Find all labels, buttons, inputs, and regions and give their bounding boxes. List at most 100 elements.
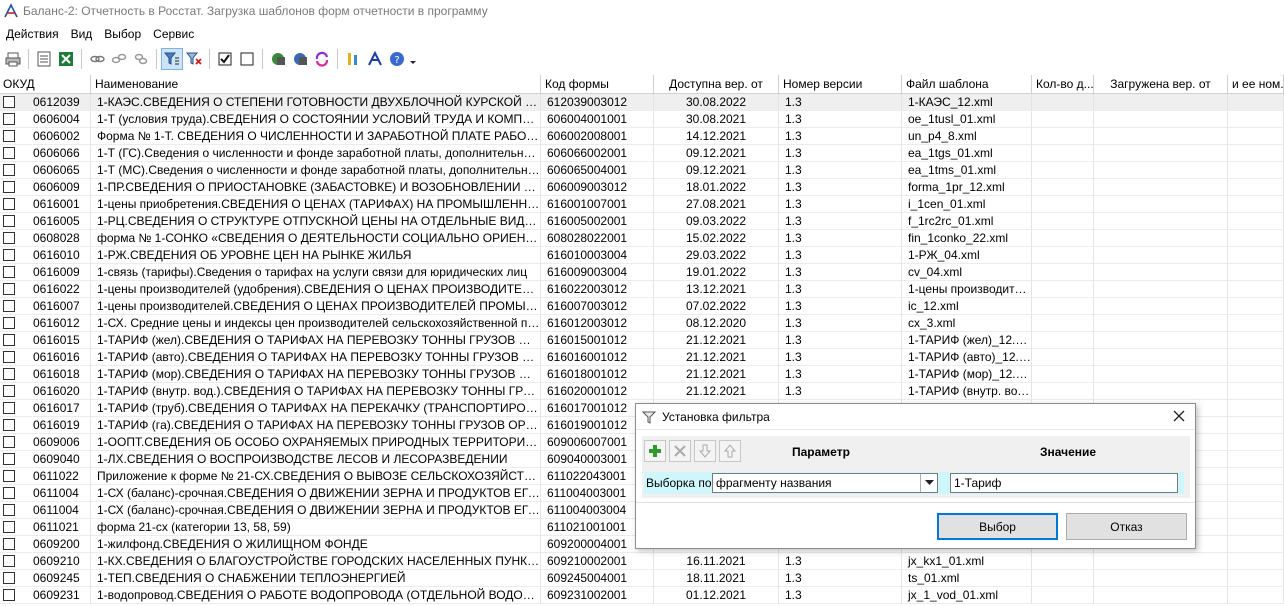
filter-param-select[interactable]: фрагменту названия	[712, 473, 938, 493]
col-okud[interactable]: ОКУД	[0, 75, 91, 94]
table-row[interactable]: 0616020 1-ТАРИФ (внутр. вод.).СВЕДЕНИЯ О …	[0, 383, 1284, 400]
table-row[interactable]: 0609210 1-КХ.СВЕДЕНИЯ О БЛАГОУСТРОЙСТВЕ Г…	[0, 553, 1284, 570]
row-checkbox[interactable]	[3, 538, 15, 550]
font-icon[interactable]	[364, 48, 386, 70]
filter-value-input[interactable]: 1-Тариф	[950, 473, 1178, 493]
add-icon[interactable]	[644, 440, 666, 462]
row-checkbox[interactable]	[3, 385, 15, 397]
row-checkbox[interactable]	[3, 96, 15, 108]
row-checkbox[interactable]	[3, 487, 15, 499]
table-row[interactable]: 0616012 1-СХ. Средние цены и индексы цен …	[0, 315, 1284, 332]
row-checkbox[interactable]	[3, 572, 15, 584]
version-cell: 1.3	[779, 162, 902, 179]
menu-view[interactable]: Вид	[65, 24, 99, 44]
table-row[interactable]: 0616015 1-ТАРИФ (жел).СВЕДЕНИЯ О ТАРИФАХ …	[0, 332, 1284, 349]
table-row[interactable]: 0606004 1-Т (условия труда).СВЕДЕНИЯ О СО…	[0, 111, 1284, 128]
row-checkbox[interactable]	[3, 147, 15, 159]
template-file-cell: jx_kx1_01.xml	[902, 553, 1032, 570]
table-row[interactable]: 0616007 1-цены производителей.СВЕДЕНИЯ О …	[0, 298, 1284, 315]
table-row[interactable]: 0606065 1-Т (МС).Сведения о численности и…	[0, 162, 1284, 179]
dialog-body: Параметр Значение Выборка по фрагменту н…	[642, 436, 1190, 498]
col-available-from[interactable]: Доступна вер. от	[654, 75, 779, 94]
table-row[interactable]: 0616018 1-ТАРИФ (мор).СВЕДЕНИЯ О ТАРИФАХ …	[0, 366, 1284, 383]
filter-icon[interactable]	[161, 48, 183, 70]
col-version[interactable]: Номер версии	[779, 75, 902, 94]
col-number[interactable]: и ее ном...	[1228, 75, 1284, 94]
refresh-icon[interactable]	[311, 48, 333, 70]
row-checkbox[interactable]	[3, 317, 15, 329]
settings-icon[interactable]	[342, 48, 364, 70]
col-loaded-from[interactable]: Загружена вер. от	[1094, 75, 1228, 94]
row-checkbox[interactable]	[3, 181, 15, 193]
select-button[interactable]: Выбор	[937, 513, 1058, 540]
count-cell	[1032, 145, 1094, 162]
menu-select[interactable]: Выбор	[98, 24, 147, 44]
row-checkbox[interactable]	[3, 368, 15, 380]
cancel-button[interactable]: Отказ	[1066, 513, 1187, 540]
row-checkbox[interactable]	[3, 419, 15, 431]
row-checkbox[interactable]	[3, 283, 15, 295]
table-row[interactable]: 0609231 1-водопровод.СВЕДЕНИЯ О РАБОТЕ ВО…	[0, 587, 1284, 604]
toolbar-dropdown-icon[interactable]	[408, 48, 418, 70]
row-checkbox[interactable]	[3, 113, 15, 125]
close-icon[interactable]	[1171, 408, 1187, 424]
name-cell: 1-СХ. Средние цены и индексы цен произво…	[91, 315, 541, 332]
table-row[interactable]: 0616022 1-цены производителей (удобрения)…	[0, 281, 1284, 298]
move-up-icon[interactable]	[719, 440, 741, 462]
clear-filter-icon[interactable]	[183, 48, 205, 70]
upload-icon[interactable]	[289, 48, 311, 70]
move-down-icon[interactable]	[694, 440, 716, 462]
table-row[interactable]: 0612039 1-КАЭС.СВЕДЕНИЯ О СТЕПЕНИ ГОТОВНО…	[0, 94, 1284, 111]
menu-service[interactable]: Сервис	[147, 24, 200, 44]
count-cell	[1032, 230, 1094, 247]
row-checkbox[interactable]	[3, 470, 15, 482]
col-name[interactable]: Наименование	[91, 75, 541, 94]
table-row[interactable]: 0606066 1-Т (ГС).Сведения о численности и…	[0, 145, 1284, 162]
row-checkbox[interactable]	[3, 351, 15, 363]
chevron-down-icon[interactable]	[920, 474, 937, 492]
report-icon[interactable]	[33, 48, 55, 70]
row-checkbox[interactable]	[3, 504, 15, 516]
help-icon[interactable]: ?	[386, 48, 408, 70]
menu-actions[interactable]: Действия	[0, 24, 65, 44]
print-icon[interactable]	[2, 48, 24, 70]
row-checkbox[interactable]	[3, 300, 15, 312]
checkbox-empty-icon[interactable]	[236, 48, 258, 70]
row-checkbox[interactable]	[3, 164, 15, 176]
table-row[interactable]: 0616009 1-связь (тарифы).Сведения о тариф…	[0, 264, 1284, 281]
download-icon[interactable]	[267, 48, 289, 70]
table-row[interactable]: 0608028 форма № 1-СОНКО «СВЕДЕНИЯ О ДЕЯТЕ…	[0, 230, 1284, 247]
unlink-icon[interactable]	[108, 48, 130, 70]
link-icon[interactable]	[86, 48, 108, 70]
okud-cell: 0606009	[0, 179, 91, 196]
excel-icon[interactable]	[55, 48, 77, 70]
row-checkbox[interactable]	[3, 215, 15, 227]
delete-icon[interactable]	[669, 440, 691, 462]
link-all-icon[interactable]	[130, 48, 152, 70]
row-checkbox[interactable]	[3, 130, 15, 142]
table-row[interactable]: 0616016 1-ТАРИФ (авто).СВЕДЕНИЯ О ТАРИФАХ…	[0, 349, 1284, 366]
checkbox-checked-icon[interactable]	[214, 48, 236, 70]
col-form-code[interactable]: Код формы	[541, 75, 654, 94]
row-checkbox[interactable]	[3, 555, 15, 567]
row-checkbox[interactable]	[3, 334, 15, 346]
row-checkbox[interactable]	[3, 198, 15, 210]
row-checkbox[interactable]	[3, 249, 15, 261]
row-checkbox[interactable]	[3, 453, 15, 465]
table-row[interactable]: 0606009 1-ПР.СВЕДЕНИЯ О ПРИОСТАНОВКЕ (ЗАБ…	[0, 179, 1284, 196]
row-checkbox[interactable]	[3, 266, 15, 278]
table-row[interactable]: 0616010 1-РЖ.СВЕДЕНИЯ ОБ УРОВНЕ ЦЕН НА РЫ…	[0, 247, 1284, 264]
row-checkbox[interactable]	[3, 521, 15, 533]
template-file-cell: fin_1conko_22.xml	[902, 230, 1032, 247]
table-row[interactable]: 0609245 1-ТЕП.СВЕДЕНИЯ О СНАБЖЕНИИ ТЕПЛОЭ…	[0, 570, 1284, 587]
table-row[interactable]: 0616001 1-цены приобретения.СВЕДЕНИЯ О ЦЕ…	[0, 196, 1284, 213]
table-row[interactable]: 0616005 1-РЦ.СВЕДЕНИЯ О СТРУКТУРЕ ОТПУСКН…	[0, 213, 1284, 230]
col-template-file[interactable]: Файл шаблона	[902, 75, 1032, 94]
row-checkbox[interactable]	[3, 232, 15, 244]
row-checkbox[interactable]	[3, 436, 15, 448]
col-count[interactable]: Кол-во д...	[1032, 75, 1094, 94]
row-checkbox[interactable]	[3, 589, 15, 601]
name-cell: Приложение к форме № 21-СХ.СВЕДЕНИЯ О ВЫ…	[91, 468, 541, 485]
table-row[interactable]: 0606002 Форма № 1-Т. СВЕДЕНИЯ О ЧИСЛЕННОС…	[0, 128, 1284, 145]
row-checkbox[interactable]	[3, 402, 15, 414]
